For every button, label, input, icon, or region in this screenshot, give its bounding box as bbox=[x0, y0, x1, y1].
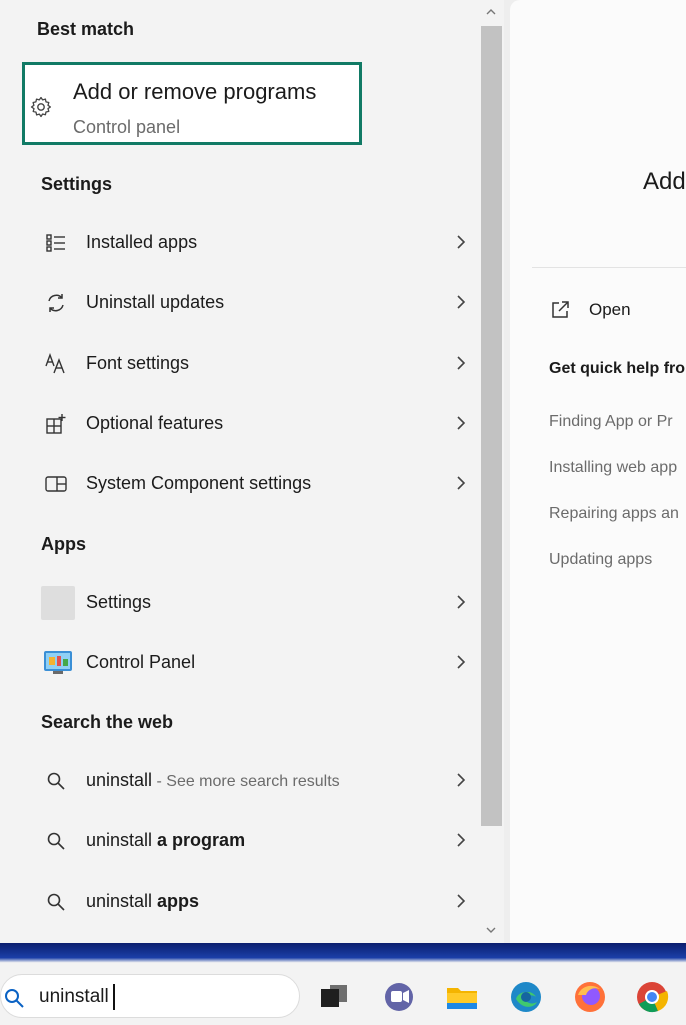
settings-item-system-component[interactable]: System Component settings bbox=[30, 456, 475, 512]
taskbar-search-box[interactable]: uninstall bbox=[0, 974, 300, 1018]
chevron-right-icon bbox=[457, 235, 466, 249]
task-view-icon[interactable] bbox=[316, 979, 352, 1015]
chevron-right-icon bbox=[457, 595, 466, 609]
search-input[interactable]: uninstall bbox=[39, 986, 109, 1008]
web-result-uninstall[interactable]: uninstall - See more search results bbox=[30, 753, 475, 809]
settings-item-label: Installed apps bbox=[86, 232, 198, 252]
search-icon bbox=[44, 829, 68, 853]
chevron-right-icon bbox=[457, 773, 466, 787]
web-result-uninstall-a-program[interactable]: uninstall a program bbox=[30, 813, 475, 869]
chevron-right-icon bbox=[457, 416, 466, 430]
web-result-bold: apps bbox=[157, 891, 200, 911]
web-result-suffix: - See more search results bbox=[152, 773, 340, 790]
edge-icon[interactable] bbox=[508, 979, 544, 1015]
control-panel-icon bbox=[43, 649, 73, 675]
font-icon bbox=[44, 352, 68, 376]
best-match-title: Add or remove programs bbox=[73, 79, 317, 104]
chevron-right-icon bbox=[457, 833, 466, 847]
settings-app-icon bbox=[41, 586, 75, 620]
teams-icon[interactable] bbox=[381, 979, 417, 1015]
best-match-heading: Best match bbox=[37, 19, 135, 39]
web-result-query: uninstall bbox=[86, 830, 158, 850]
scroll-down-arrow-icon[interactable] bbox=[484, 923, 498, 937]
help-link[interactable]: Repairing apps an bbox=[549, 505, 679, 523]
search-web-heading: Search the web bbox=[41, 712, 174, 732]
refresh-icon bbox=[44, 291, 68, 315]
app-item-control-panel[interactable]: Control Panel bbox=[30, 635, 475, 691]
list-icon bbox=[44, 231, 68, 255]
web-result-query: uninstall bbox=[86, 891, 158, 911]
scroll-up-arrow-icon[interactable] bbox=[484, 5, 498, 19]
file-explorer-icon[interactable] bbox=[444, 979, 480, 1015]
preview-divider bbox=[532, 267, 686, 268]
settings-item-uninstall-updates[interactable]: Uninstall updates bbox=[30, 275, 475, 331]
settings-item-font-settings[interactable]: Font settings bbox=[30, 336, 475, 392]
chevron-right-icon bbox=[457, 476, 466, 490]
search-icon bbox=[44, 769, 68, 793]
best-match-subtitle: Control panel bbox=[73, 117, 181, 137]
settings-item-label: System Component settings bbox=[86, 473, 312, 493]
help-link[interactable]: Finding App or Pr bbox=[549, 413, 673, 431]
preview-title: Add bbox=[643, 168, 686, 195]
web-result-label: uninstall apps bbox=[86, 891, 199, 912]
best-match-result[interactable]: Add or remove programs Control panel bbox=[22, 62, 362, 145]
apps-heading: Apps bbox=[41, 534, 86, 554]
text-caret bbox=[113, 984, 115, 1010]
results-pane: Best match Add or remove programs Contro… bbox=[0, 0, 478, 943]
app-item-label: Settings bbox=[86, 592, 152, 612]
app-item-label: Control Panel bbox=[86, 652, 196, 672]
settings-item-optional-features[interactable]: Optional features bbox=[30, 396, 475, 452]
web-result-label: uninstall a program bbox=[86, 830, 245, 851]
firefox-icon[interactable] bbox=[572, 979, 608, 1015]
chrome-icon[interactable] bbox=[634, 979, 670, 1015]
web-result-bold: a program bbox=[157, 830, 246, 850]
chevron-right-icon bbox=[457, 295, 466, 309]
search-icon bbox=[44, 890, 68, 914]
open-action[interactable]: Open bbox=[589, 300, 631, 320]
gear-icon bbox=[30, 96, 52, 118]
web-result-uninstall-apps[interactable]: uninstall apps bbox=[30, 874, 475, 930]
chevron-right-icon bbox=[457, 894, 466, 908]
preview-pane: Add Open Get quick help fro Finding App … bbox=[510, 0, 686, 943]
settings-item-label: Optional features bbox=[86, 413, 224, 433]
web-result-query: uninstall bbox=[86, 770, 153, 790]
help-link[interactable]: Updating apps bbox=[549, 551, 652, 569]
start-search-panel: Best match Add or remove programs Contro… bbox=[0, 0, 686, 943]
help-link[interactable]: Installing web app bbox=[549, 459, 677, 477]
grid-plus-icon bbox=[44, 412, 68, 436]
chevron-right-icon bbox=[457, 655, 466, 669]
settings-item-label: Font settings bbox=[86, 353, 190, 373]
scrollbar-thumb[interactable] bbox=[481, 26, 502, 826]
search-icon bbox=[5, 989, 24, 1008]
settings-heading: Settings bbox=[41, 174, 113, 194]
web-result-label: uninstall - See more search results bbox=[86, 770, 340, 791]
settings-item-label: Uninstall updates bbox=[86, 292, 225, 312]
quick-help-heading: Get quick help fro bbox=[549, 360, 686, 377]
open-external-icon[interactable] bbox=[550, 300, 570, 320]
chevron-right-icon bbox=[457, 356, 466, 370]
settings-item-installed-apps[interactable]: Installed apps bbox=[30, 215, 475, 271]
component-icon bbox=[44, 472, 68, 496]
app-item-settings[interactable]: Settings bbox=[30, 575, 475, 631]
